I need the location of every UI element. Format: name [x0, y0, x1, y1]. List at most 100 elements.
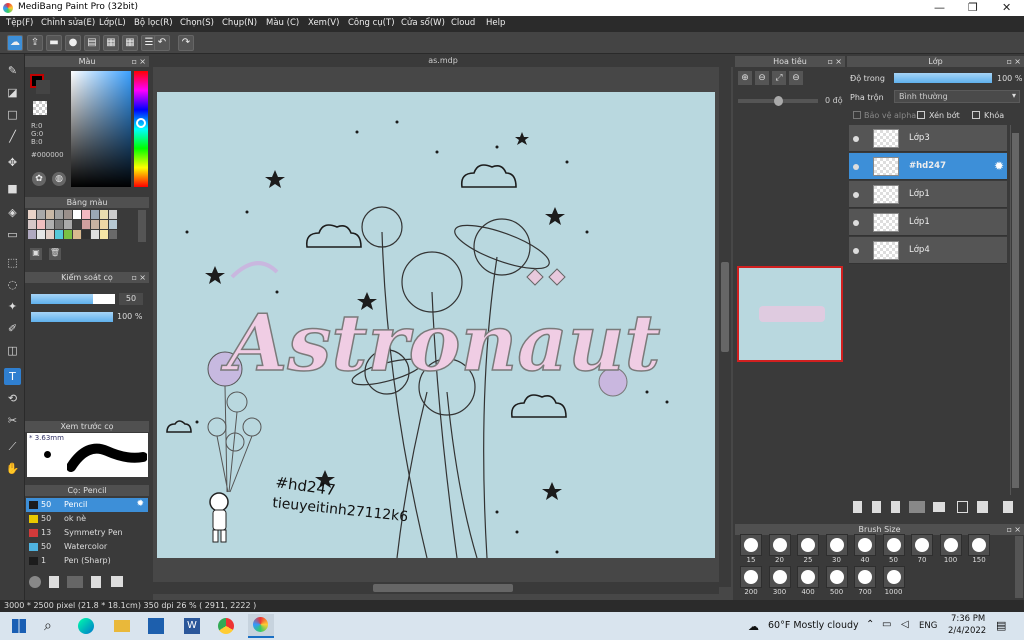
brush-size-button[interactable] [939, 534, 962, 556]
visibility-eye-icon[interactable] [853, 220, 859, 226]
clipping-checkbox[interactable] [917, 111, 925, 119]
layer-row[interactable]: Lớp4 [849, 237, 1007, 264]
minimize-button[interactable]: — [934, 1, 945, 14]
palette-scrollbar[interactable] [138, 210, 146, 242]
close-panel-icon[interactable]: × [139, 56, 146, 67]
menu-tools[interactable]: Công cụ(T) [348, 18, 395, 28]
select-pen-icon[interactable]: ✐ [4, 320, 21, 337]
language-indicator[interactable]: ENG [919, 621, 937, 631]
edge-browser-icon[interactable] [78, 618, 94, 634]
palette-swatch[interactable] [82, 220, 90, 229]
lasso-icon[interactable]: ◌ [4, 276, 21, 293]
document-tab[interactable]: as.mdp [153, 54, 733, 67]
windows-start-icon[interactable] [12, 619, 26, 633]
delete-swatch-icon[interactable]: 🗑 [49, 248, 61, 260]
page-icon[interactable]: ▤ [84, 35, 100, 51]
weather-text[interactable]: 60°F Mostly cloudy [768, 620, 859, 631]
visibility-eye-icon[interactable] [853, 164, 859, 170]
palette-swatch[interactable] [46, 210, 54, 219]
select-rect-icon[interactable]: ⬚ [4, 254, 21, 271]
palette-swatch[interactable] [73, 210, 81, 219]
palette-swatch[interactable] [46, 220, 54, 229]
menu-color[interactable]: Màu (C) [266, 18, 299, 28]
brush-settings-icon[interactable] [29, 576, 41, 588]
brush-size-button[interactable] [740, 534, 762, 556]
search-icon[interactable]: ⌕ [44, 618, 52, 634]
grid-icon[interactable]: ▦ [122, 35, 138, 51]
fit-view-icon[interactable]: ⤢ [772, 71, 786, 85]
brush-size-scrollbar[interactable] [1015, 536, 1023, 598]
palette-swatch[interactable] [28, 230, 36, 239]
close-button[interactable]: ✕ [1002, 1, 1011, 14]
palette-swatch[interactable] [55, 230, 63, 239]
brush-size-button[interactable] [740, 566, 762, 588]
blend-mode-select[interactable]: Bình thường ▾ [894, 90, 1020, 103]
protect-alpha-checkbox[interactable] [853, 111, 861, 119]
palette-swatch[interactable] [100, 210, 108, 219]
redo-icon[interactable]: ↷ [178, 35, 194, 51]
brush-size-button[interactable] [882, 534, 905, 556]
saturation-value-picker[interactable] [71, 71, 131, 187]
palette-swatch[interactable] [91, 220, 99, 229]
brush-list-item[interactable]: 50 Watercolor [26, 540, 148, 554]
menu-filter[interactable]: Bộ lọc(R) [134, 18, 173, 28]
brush-list-item[interactable]: 1 Pen (Sharp) [26, 554, 148, 568]
menu-cloud[interactable]: Cloud [451, 18, 475, 28]
file-explorer-icon[interactable] [114, 620, 130, 632]
brush-size-button[interactable] [768, 534, 791, 556]
line-tool-icon[interactable]: ╱ [4, 128, 21, 145]
palette-swatch[interactable] [73, 230, 81, 239]
menu-window[interactable]: Cửa sổ(W) [401, 18, 445, 28]
maximize-button[interactable]: ❐ [968, 1, 978, 14]
undock-icon[interactable]: ▫ [132, 56, 137, 67]
palette-swatch[interactable] [82, 210, 90, 219]
brush-folder-icon[interactable] [111, 576, 123, 587]
brush-settings-gear-icon[interactable]: ✹ [136, 499, 144, 509]
palette-swatch[interactable] [37, 210, 45, 219]
palette-swatch[interactable] [64, 230, 72, 239]
brush-size-button[interactable] [854, 566, 876, 588]
comment-icon[interactable]: ▬ [46, 35, 62, 51]
brush-size-button[interactable] [825, 534, 848, 556]
brush-size-value[interactable]: 50 [119, 293, 143, 305]
chrome-icon[interactable] [218, 618, 234, 634]
new-brush-icon[interactable] [49, 576, 59, 588]
operation-tool-icon[interactable]: ⟲ [4, 390, 21, 407]
speech-bubble-icon[interactable]: ● [65, 35, 81, 51]
palette-swatch[interactable] [64, 220, 72, 229]
menu-view[interactable]: Xem(V) [308, 18, 339, 28]
hand-tool-icon[interactable]: ✋ [4, 460, 21, 477]
add-layer-menu-icon[interactable] [909, 501, 925, 513]
layer-scrollbar[interactable] [1010, 125, 1020, 495]
hscroll-thumb[interactable] [373, 584, 513, 592]
menu-select[interactable]: Chọn(S) [180, 18, 214, 28]
palette-swatch[interactable] [46, 230, 54, 239]
brush-opacity-slider[interactable] [31, 312, 113, 322]
color-picker-icon[interactable]: ◍ [52, 172, 66, 186]
brush-list-item[interactable]: 50 Pencil ✹ [26, 498, 148, 512]
merge-layer-icon[interactable] [977, 501, 988, 513]
panel-layout-icon[interactable]: ▦ [103, 35, 119, 51]
palette-swatch[interactable] [28, 210, 36, 219]
rotation-slider[interactable] [738, 96, 818, 106]
palette-swatch[interactable] [28, 220, 36, 229]
volume-icon[interactable]: ◁ [901, 619, 909, 630]
menu-edit[interactable]: Chỉnh sửa(E) [41, 18, 95, 28]
navigator-thumbnail[interactable] [737, 266, 843, 362]
palette-swatch[interactable] [109, 210, 117, 219]
artboard-canvas[interactable]: Astronaut #hd247 tieuyeitinh27112k6 [157, 92, 715, 558]
brush-size-button[interactable] [882, 566, 905, 588]
palette-swatch[interactable] [91, 230, 99, 239]
palette-swatch[interactable] [64, 210, 72, 219]
visibility-eye-icon[interactable] [853, 136, 859, 142]
undo-icon[interactable]: ↶ [154, 35, 170, 51]
new-1bit-layer-icon[interactable] [891, 501, 900, 513]
new-layer-icon[interactable] [853, 501, 862, 513]
layer-scroll-thumb[interactable] [1012, 133, 1019, 488]
move-tool-icon[interactable]: ✥ [4, 154, 21, 171]
palette-swatch[interactable] [55, 210, 63, 219]
select-eraser-icon[interactable]: ◫ [4, 342, 21, 359]
palette-swatch[interactable] [109, 230, 117, 239]
weather-icon[interactable]: ☁ [748, 620, 759, 633]
layer-row[interactable]: Lớp1 [849, 181, 1007, 208]
